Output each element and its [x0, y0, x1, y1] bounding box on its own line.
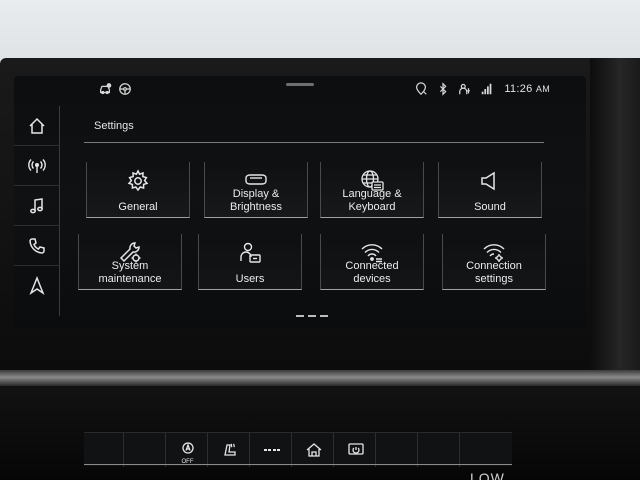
gear-icon: [125, 168, 151, 194]
page-dot[interactable]: [320, 315, 328, 317]
nav-home-button[interactable]: [14, 106, 60, 146]
display-icon: [243, 168, 269, 194]
clock: 11:26 AM: [504, 83, 550, 95]
menu-dots-icon: [263, 449, 280, 451]
bottom-blank-button[interactable]: [378, 433, 418, 467]
vehicle-status-icon[interactable]: [98, 82, 112, 96]
page-dot[interactable]: [296, 315, 304, 317]
phone-icon: [29, 237, 45, 254]
power-icon: [347, 443, 364, 455]
speaker-icon: [477, 168, 503, 194]
tile-general-label: General: [118, 201, 158, 213]
clock-suffix: AM: [535, 84, 550, 94]
tile-connected-devices[interactable]: Connected devices: [320, 234, 424, 290]
tile-sound-label: Sound: [474, 201, 506, 213]
bottom-blank-button[interactable]: [84, 433, 124, 467]
infotainment-screen: 11:26 AM Settings General Display & Brig…: [14, 76, 586, 328]
bezel-right-edge: [590, 58, 640, 388]
title-divider: [84, 142, 544, 143]
tile-language-keyboard[interactable]: Language & Keyboard: [320, 162, 424, 218]
location-privacy-icon[interactable]: [414, 82, 428, 96]
menu-dots-button[interactable]: [252, 433, 292, 467]
seat-heat-icon: [223, 443, 236, 456]
user-profile-icon[interactable]: [458, 82, 472, 96]
page-indicator: [296, 315, 328, 317]
tile-display-brightness[interactable]: Display & Brightness: [204, 162, 308, 218]
bottom-blank-button[interactable]: [462, 433, 502, 467]
nav-phone-button[interactable]: [14, 226, 60, 266]
nav-radio-button[interactable]: [14, 146, 60, 186]
seat-heat-button[interactable]: [210, 433, 250, 467]
power-button[interactable]: [336, 433, 376, 467]
tile-general[interactable]: General: [86, 162, 190, 218]
radio-icon: [28, 158, 46, 173]
bottom-bar-rule: [84, 464, 512, 465]
user-icon: [237, 240, 263, 266]
tile-users[interactable]: Users: [198, 234, 302, 290]
music-icon: [30, 197, 43, 213]
climate-shortcut-bar: OFF: [84, 432, 512, 467]
signal-icon[interactable]: [480, 82, 494, 96]
home-car-button[interactable]: [294, 433, 334, 467]
page-title: Settings: [94, 120, 134, 132]
lower-display-text: LOW: [470, 470, 505, 480]
bottom-blank-button[interactable]: [126, 433, 166, 467]
tile-system-maintenance[interactable]: System maintenance: [78, 234, 182, 290]
bluetooth-icon[interactable]: [436, 82, 450, 96]
steering-wheel-icon[interactable]: [118, 82, 132, 96]
pull-down-handle[interactable]: [286, 83, 314, 86]
tile-users-label: Users: [235, 273, 265, 285]
home-icon: [29, 117, 45, 134]
chrome-trim: [0, 370, 640, 386]
auto-off-button[interactable]: OFF: [168, 433, 208, 467]
home-car-icon: [306, 443, 321, 457]
globe-keyboard-icon: [359, 168, 385, 194]
wifi-settings-icon: [481, 240, 507, 266]
wrench-icon: [117, 240, 143, 266]
clock-time: 11:26: [504, 83, 533, 95]
wifi-devices-icon: [359, 240, 385, 266]
side-nav: [14, 106, 60, 316]
bottom-blank-button[interactable]: [420, 433, 460, 467]
auto-off-icon: [181, 442, 194, 454]
nav-music-button[interactable]: [14, 186, 60, 226]
nav-navigation-button[interactable]: [14, 266, 60, 306]
page-dot[interactable]: [308, 315, 316, 317]
tile-connection-settings[interactable]: Connection settings: [442, 234, 546, 290]
navigation-icon: [29, 276, 45, 295]
tile-sound[interactable]: Sound: [438, 162, 542, 218]
status-bar: 11:26 AM: [14, 76, 586, 102]
